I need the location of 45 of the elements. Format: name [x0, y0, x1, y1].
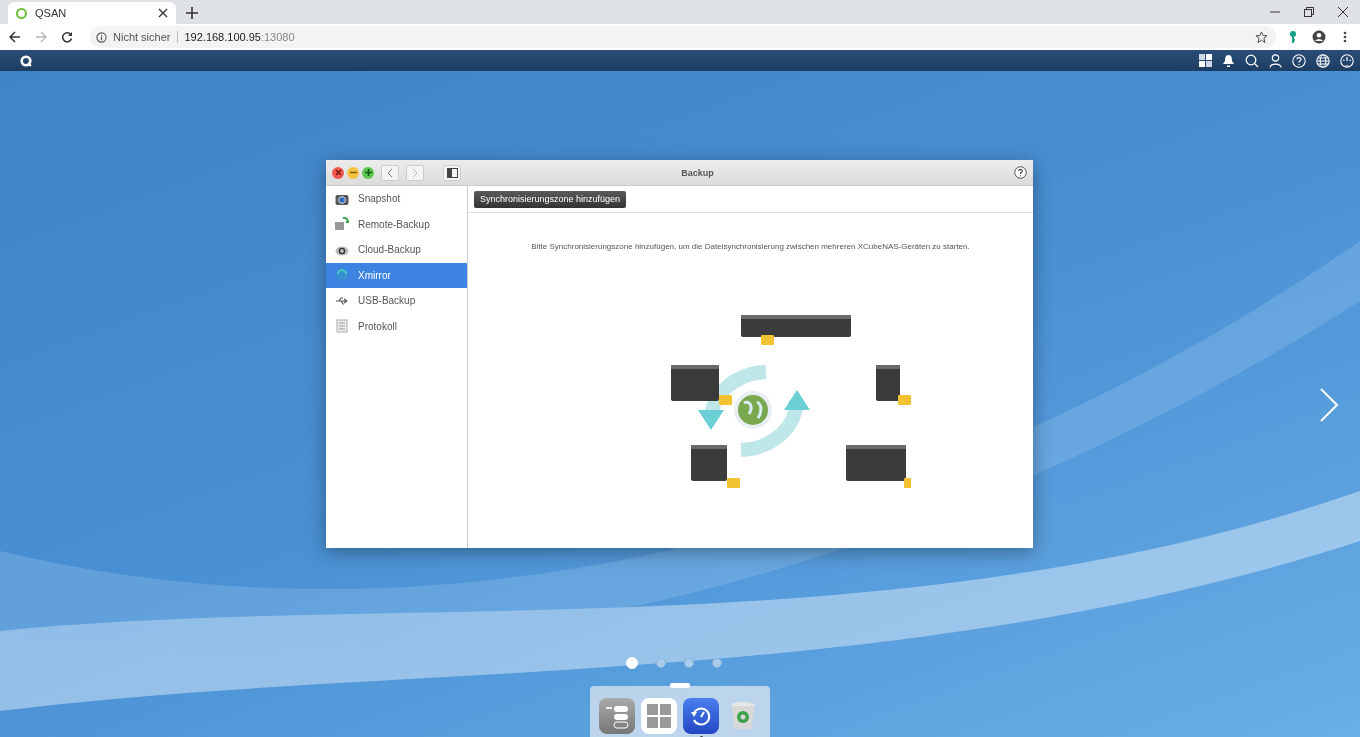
tab-title: QSAN: [35, 7, 68, 19]
close-tab-icon[interactable]: [158, 8, 168, 18]
sidebar-item[interactable]: Cloud-Backup: [326, 237, 467, 263]
app-grid-icon[interactable]: [641, 697, 677, 734]
browser-tab[interactable]: QSAN: [8, 2, 176, 24]
page-dot[interactable]: [712, 658, 722, 668]
bell-icon[interactable]: [1222, 53, 1235, 68]
close-window-icon[interactable]: [332, 166, 344, 179]
sidebar-item[interactable]: Remote-Backup: [326, 211, 467, 237]
backup-app-icon[interactable]: [683, 697, 719, 734]
sidebar-toggle-button[interactable]: [443, 164, 461, 181]
url-text: 192.168.100.95:13080: [184, 31, 295, 43]
document-icon: [335, 319, 349, 334]
chevron-left-icon: [387, 167, 393, 178]
search-icon[interactable]: [1245, 53, 1259, 68]
grid-icon[interactable]: [1199, 54, 1212, 67]
profile-icon[interactable]: [1310, 28, 1328, 46]
sidebar-item[interactable]: Protokoll: [326, 313, 467, 339]
sidebar-item[interactable]: Xmirror: [326, 262, 467, 288]
dock-handle[interactable]: [670, 683, 690, 688]
qsan-logo-icon[interactable]: [20, 54, 32, 67]
minimize-window-icon[interactable]: [347, 166, 359, 179]
sidebar-item[interactable]: Snapshot: [326, 186, 467, 212]
page-dot[interactable]: [656, 658, 666, 668]
qsan-favicon-icon: [16, 7, 27, 19]
toggles-app-icon[interactable]: [599, 697, 635, 734]
back-arrow-button[interactable]: [381, 164, 399, 181]
new-tab-icon[interactable]: [186, 7, 198, 19]
window-title: Backup: [681, 167, 714, 178]
user-icon[interactable]: [1269, 53, 1282, 68]
security-label: Nicht sicher: [113, 31, 179, 43]
info-icon: [96, 31, 107, 43]
globe-icon[interactable]: [1316, 53, 1330, 68]
chevron-right-icon: [412, 167, 418, 178]
gauge-icon[interactable]: [1340, 53, 1354, 68]
sidebar-item[interactable]: USB-Backup: [326, 288, 467, 314]
empty-state-message: Bitte Synchronisierungszone hinzufügen, um die Dateisynchronisierung zwischen mehreren XCubeNAS-Geräten zu starten.: [531, 242, 970, 251]
maximize-window-icon[interactable]: [362, 166, 374, 179]
sidebar-panel-icon: [446, 167, 458, 178]
page-dot[interactable]: [684, 658, 694, 668]
star-icon[interactable]: [1252, 28, 1270, 46]
address-field[interactable]: Nicht sicher 192.168.100.95:13080: [90, 26, 1276, 48]
help-icon[interactable]: [1014, 166, 1027, 179]
add-sync-zone-button[interactable]: Synchronisierungszone hinzufügen: [474, 190, 627, 208]
next-page-icon[interactable]: [1318, 387, 1340, 423]
